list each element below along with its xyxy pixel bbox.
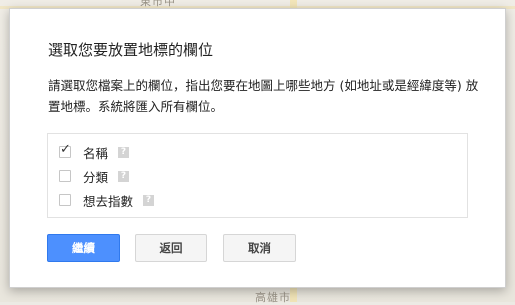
field-list: ✓ 名稱 ? 分類 ? 想去指數 ? [47, 133, 468, 218]
field-row-desire-index: 想去指數 ? [59, 191, 155, 209]
dialog-description: 請選取您檔案上的欄位，指出您要在地圖上哪些地方 (如地址或是經緯度等) 放置地標… [48, 78, 479, 114]
field-checkbox-name[interactable]: ✓ [59, 142, 71, 158]
cancel-button[interactable]: 取消 [223, 234, 296, 262]
help-icon[interactable]: ? [118, 170, 130, 182]
field-label: 分類 [83, 169, 109, 185]
field-checkbox-desire-index[interactable] [59, 194, 71, 206]
help-icon[interactable]: ? [143, 194, 155, 206]
continue-button[interactable]: 繼續 [47, 234, 120, 262]
field-checkbox-category[interactable] [59, 170, 71, 182]
dialog-title: 選取您要放置地標的欄位 [48, 41, 214, 59]
field-label: 想去指數 [83, 193, 134, 209]
help-icon[interactable]: ? [118, 146, 130, 158]
field-label: 名稱 [83, 145, 109, 161]
back-button[interactable]: 返回 [135, 234, 207, 262]
field-row-category: 分類 ? [59, 167, 130, 185]
field-selection-dialog: 選取您要放置地標的欄位 請選取您檔案上的欄位，指出您要在地圖上哪些地方 (如地址… [9, 8, 506, 288]
field-row-name: ✓ 名稱 ? [59, 142, 130, 161]
checkmark-icon: ✓ [60, 142, 71, 157]
map-city-label: 高雄市 [255, 291, 291, 304]
